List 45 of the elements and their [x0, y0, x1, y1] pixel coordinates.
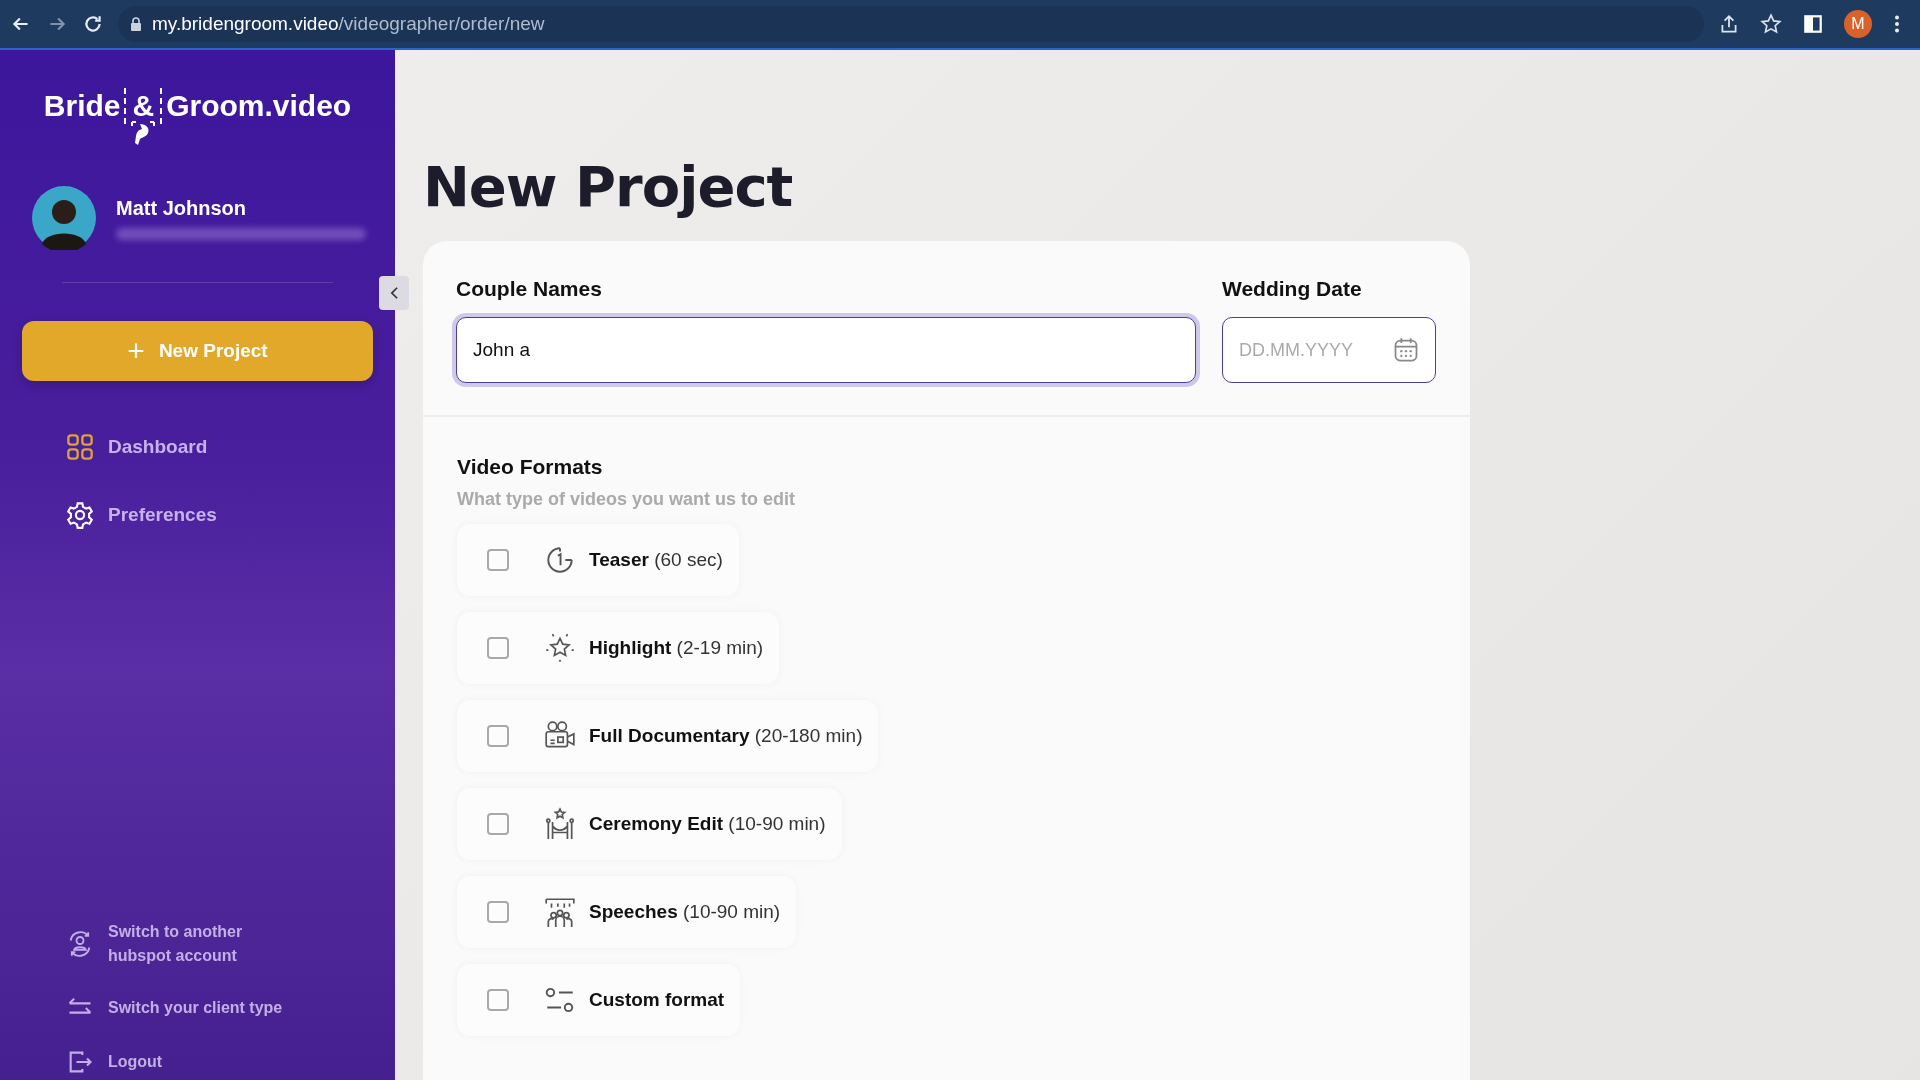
- sidebar-link[interactable]: Switch to another hubspot account: [108, 920, 288, 968]
- logo-text: Groom.video: [166, 88, 352, 124]
- user-name: Matt Johnson: [116, 196, 247, 220]
- page-title: New Project: [423, 154, 794, 219]
- calendar-icon[interactable]: [1392, 336, 1420, 364]
- logo-text: Bride: [43, 88, 121, 124]
- date-field[interactable]: DD.MM.YYYY: [1222, 317, 1436, 383]
- side-panel-icon[interactable]: [1802, 13, 1824, 35]
- checkbox[interactable]: [487, 901, 509, 923]
- section-subtitle: What type of videos you want us to edit: [457, 489, 797, 510]
- nav-link[interactable]: Preferences: [108, 504, 217, 526]
- reload-icon[interactable]: [82, 13, 104, 35]
- star-icon[interactable]: [1760, 13, 1782, 35]
- logo-ampersand: &: [124, 88, 163, 124]
- format-option[interactable]: Full Documentary (20-180 min): [457, 700, 879, 772]
- address-bar[interactable]: my.bridengroom.video/videographer/order/new: [118, 6, 1704, 42]
- altar-icon: [543, 807, 577, 841]
- field-label: Wedding Date: [1222, 277, 1363, 301]
- checkbox[interactable]: [487, 637, 509, 659]
- format-option[interactable]: Teaser (60 sec): [457, 524, 739, 596]
- section-title: Video Formats: [457, 455, 604, 479]
- checkbox[interactable]: [487, 989, 509, 1011]
- url-text: my.bridengroom.video/videographer/order/new: [152, 13, 545, 35]
- collapse-button[interactable]: [379, 276, 409, 310]
- format-option[interactable]: Ceremony Edit (10-90 min): [457, 788, 842, 860]
- avatar: [32, 186, 96, 250]
- audience-icon: [543, 895, 577, 929]
- star-icon: [543, 631, 577, 665]
- chevron-left-icon[interactable]: [389, 286, 399, 300]
- menu-icon[interactable]: [1892, 13, 1902, 35]
- format-option[interactable]: Speeches (10-90 min): [457, 876, 797, 948]
- lock-icon: [130, 17, 142, 31]
- format-option[interactable]: Custom format: [457, 964, 741, 1036]
- checkbox[interactable]: [487, 813, 509, 835]
- settings-icon[interactable]: [66, 501, 94, 529]
- checkbox[interactable]: [487, 549, 509, 571]
- sidebar-link[interactable]: Logout: [108, 1050, 288, 1074]
- couple-names-field[interactable]: John a: [456, 317, 1196, 383]
- format-option[interactable]: Highlight (2-19 min): [457, 612, 780, 684]
- sidebar-link[interactable]: Switch your client type: [108, 996, 288, 1020]
- grid-icon[interactable]: [66, 433, 94, 461]
- checkbox[interactable]: [487, 725, 509, 747]
- field-label: Couple Names: [456, 277, 603, 301]
- nav-link[interactable]: Dashboard: [108, 436, 208, 458]
- profile-avatar[interactable]: M: [1844, 10, 1872, 38]
